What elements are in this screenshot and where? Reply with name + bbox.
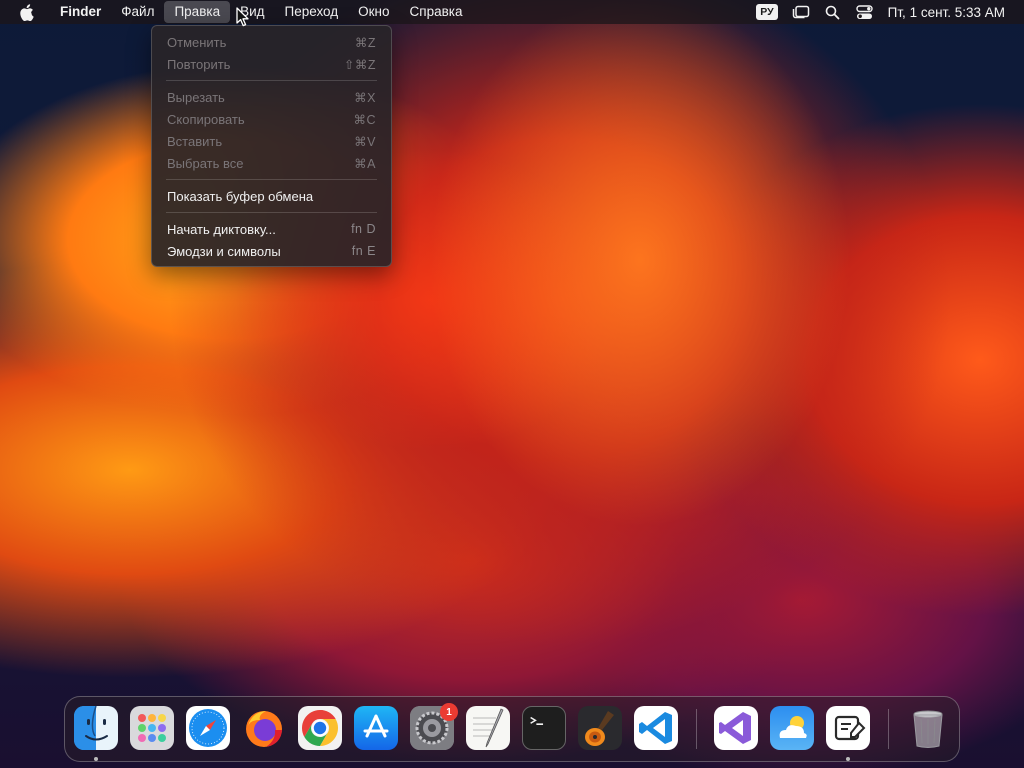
control-center-icon[interactable] — [856, 4, 874, 20]
menubar-clock[interactable]: Пт, 1 сент. 5:33 AM — [888, 5, 1005, 20]
menu-separator — [166, 179, 377, 180]
menu-item-label: Вставить — [167, 133, 223, 149]
stage-manager-icon[interactable] — [792, 4, 810, 20]
menu-item-shortcut: ⌘Z — [354, 35, 376, 50]
menu-help[interactable]: Справка — [400, 1, 473, 23]
menu-item-label: Эмодзи и символы — [167, 243, 281, 259]
input-language-indicator[interactable]: РУ — [756, 4, 778, 20]
notes-editor-icon[interactable] — [826, 706, 870, 750]
running-indicator — [94, 757, 98, 761]
edit-menu-dropdown: Отменить ⌘Z Повторить ⇧⌘Z Вырезать ⌘X Ск… — [151, 25, 392, 267]
running-indicator — [846, 757, 850, 761]
spotlight-search-icon[interactable] — [824, 4, 842, 20]
menu-item-shortcut: ⌘C — [353, 112, 376, 127]
notification-badge: 1 — [440, 703, 458, 721]
terminal-icon[interactable] — [522, 706, 566, 750]
safari-icon[interactable] — [186, 706, 230, 750]
menu-item-select-all: Выбрать все ⌘A — [152, 152, 391, 174]
firefox-icon[interactable] — [242, 706, 286, 750]
launchpad-icon[interactable] — [130, 706, 174, 750]
menu-separator — [166, 80, 377, 81]
menu-item-shortcut: fn D — [351, 222, 376, 236]
menu-item-shortcut: ⌘X — [354, 90, 376, 105]
menu-item-label: Вырезать — [167, 89, 225, 105]
menu-app-finder[interactable]: Finder — [50, 1, 111, 23]
vscode-icon[interactable] — [634, 706, 678, 750]
dock-separator — [888, 709, 889, 749]
garageband-icon[interactable] — [578, 706, 622, 750]
finder-icon[interactable] — [74, 706, 118, 750]
menu-window[interactable]: Окно — [348, 1, 399, 23]
menu-item-shortcut: ⇧⌘Z — [343, 57, 376, 72]
menu-item-show-clipboard[interactable]: Показать буфер обмена — [152, 185, 391, 207]
menu-item-emoji-symbols[interactable]: Эмодзи и символы fn E — [152, 240, 391, 262]
menu-item-start-dictation[interactable]: Начать диктовку... fn D — [152, 218, 391, 240]
status-area: РУ Пт, 1 сент. 5:33 AM — [756, 4, 1005, 20]
visual-studio-icon[interactable] — [714, 706, 758, 750]
menu-item-redo: Повторить ⇧⌘Z — [152, 53, 391, 75]
menu-item-label: Начать диктовку... — [167, 221, 276, 237]
menu-go[interactable]: Переход — [275, 1, 349, 23]
menu-separator — [166, 212, 377, 213]
dock: 1 — [64, 696, 960, 762]
menu-file[interactable]: Файл — [111, 1, 164, 23]
menu-item-label: Скопировать — [167, 111, 245, 127]
textedit-icon[interactable] — [466, 706, 510, 750]
menu-item-paste: Вставить ⌘V — [152, 130, 391, 152]
app-store-icon[interactable] — [354, 706, 398, 750]
menu-bar: Finder Файл Правка Вид Переход Окно Спра… — [0, 0, 1024, 24]
menu-item-copy: Скопировать ⌘C — [152, 108, 391, 130]
menu-item-shortcut: fn E — [351, 244, 376, 258]
mouse-cursor-icon — [236, 7, 249, 27]
menu-item-undo: Отменить ⌘Z — [152, 31, 391, 53]
chrome-icon[interactable] — [298, 706, 342, 750]
menu-item-cut: Вырезать ⌘X — [152, 86, 391, 108]
dock-separator — [696, 709, 697, 749]
menu-item-label: Отменить — [167, 34, 227, 50]
apple-icon[interactable] — [19, 3, 36, 21]
system-settings-icon[interactable]: 1 — [410, 703, 458, 750]
menu-item-shortcut: ⌘V — [354, 134, 376, 149]
menu-item-shortcut: ⌘A — [354, 156, 376, 171]
weather-icon[interactable] — [770, 706, 814, 750]
trash-icon[interactable] — [906, 706, 950, 750]
menu-edit[interactable]: Правка — [164, 1, 231, 23]
menu-item-label: Выбрать все — [167, 155, 244, 171]
menu-item-label: Показать буфер обмена — [167, 188, 314, 204]
menu-item-label: Повторить — [167, 56, 231, 72]
